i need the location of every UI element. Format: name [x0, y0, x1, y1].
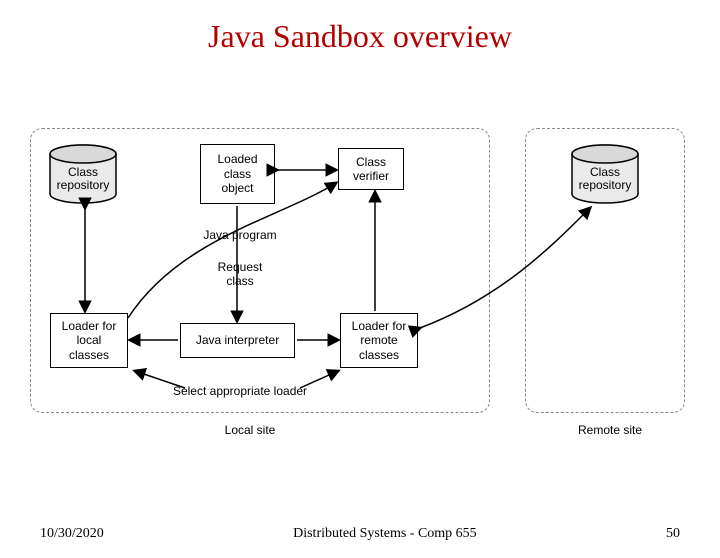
remote-site-label: Remote site: [560, 423, 660, 437]
java-program-label: Java program: [195, 228, 285, 242]
java-interpreter-box: Java interpreter: [180, 323, 295, 358]
loader-local-box: Loader forlocalclasses: [50, 313, 128, 368]
loaded-class-object-box: Loadedclassobject: [200, 144, 275, 204]
class-repository-remote: Classrepository: [570, 144, 640, 206]
page-title: Java Sandbox overview: [0, 18, 720, 55]
loader-remote-box: Loader forremoteclasses: [340, 313, 418, 368]
sandbox-diagram: Classrepository Classrepository Loadedcl…: [30, 128, 690, 458]
class-verifier-box: Classverifier: [338, 148, 404, 190]
class-repository-remote-label: Classrepository: [570, 166, 640, 192]
request-class-label: Requestclass: [210, 260, 270, 289]
class-repository-local: Classrepository: [48, 144, 118, 206]
select-loader-label: Select appropriate loader: [160, 384, 320, 398]
local-site-label: Local site: [210, 423, 290, 437]
class-repository-local-label: Classrepository: [48, 166, 118, 192]
